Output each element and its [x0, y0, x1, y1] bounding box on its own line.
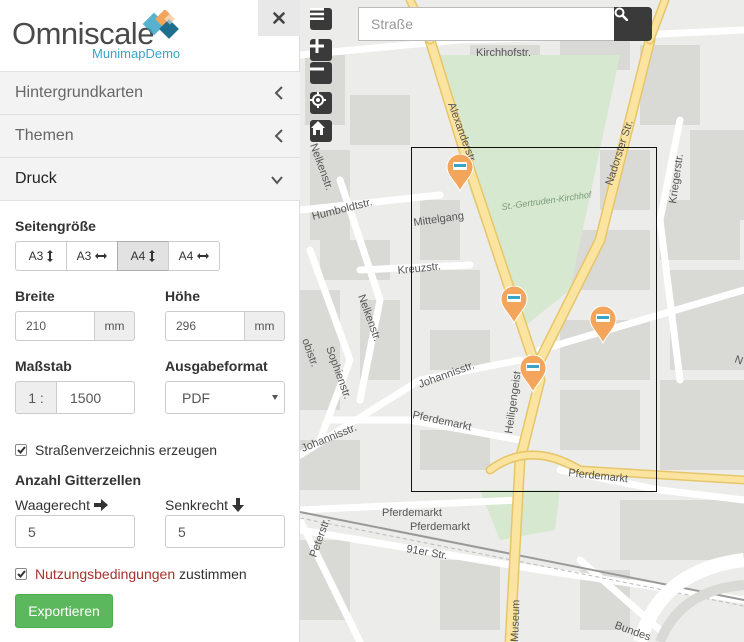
street-91er: 91er Str.: [405, 543, 448, 562]
chevron-left-icon: [274, 86, 283, 100]
accordion-themes[interactable]: Themen: [0, 114, 300, 157]
street-pferdemarkt-c: Pferdemarkt: [382, 507, 442, 519]
page-size-label: Seitengröße: [15, 218, 96, 234]
arrows-horizontal-icon: [95, 253, 108, 259]
crosshair-icon: [310, 92, 326, 108]
scale-input[interactable]: 1500: [56, 381, 135, 414]
app-logo: Omniscale MunimapDemo: [12, 10, 187, 62]
sidebar-panel: Omniscale MunimapDemo Hintergrundkarten …: [0, 0, 300, 642]
vertical-label: Senkrecht: [165, 497, 245, 513]
terms-checkbox[interactable]: [15, 568, 27, 580]
height-unit: mm: [244, 311, 285, 341]
street-index-label: Straßenverzeichnis erzeugen: [35, 442, 218, 458]
logo-subtitle: MunimapDemo: [92, 46, 181, 61]
arrows-horizontal-icon: [197, 253, 210, 259]
arrow-right-icon: [93, 499, 108, 511]
street-pferdemarkt-d: Pferdemarkt: [410, 521, 470, 533]
chevron-left-icon: [274, 129, 283, 143]
omniscale-logo-icon: [142, 10, 179, 39]
street-kirchhofstr: Kirchhofstr.: [476, 47, 531, 59]
horizontal-label-text: Waagerecht: [15, 497, 90, 513]
width-label: Breite: [15, 288, 55, 304]
format-select[interactable]: PDF: [165, 381, 285, 414]
height-label: Höhe: [165, 288, 200, 304]
close-sidebar-button[interactable]: [258, 0, 300, 36]
locate-button[interactable]: [310, 92, 332, 114]
terms-link[interactable]: Nutzungsbedingungen: [35, 566, 175, 582]
page-size-a4-portrait[interactable]: A4: [117, 241, 169, 271]
home-button[interactable]: [310, 120, 332, 142]
arrow-down-icon: [232, 498, 245, 512]
close-icon: [273, 12, 285, 24]
scale-prefix: 1 :: [15, 381, 57, 414]
print-extent-frame[interactable]: [411, 147, 657, 492]
chevron-down-icon: [271, 176, 283, 185]
terms-suffix: zustimmen: [179, 566, 247, 582]
minus-icon: [310, 67, 324, 71]
accordion-themes-label: Themen: [15, 127, 74, 144]
zoom-out-button[interactable]: [310, 62, 332, 84]
format-select-value: PDF: [182, 389, 210, 406]
accordion-basemaps[interactable]: Hintergrundkarten: [0, 71, 300, 114]
accordion-print[interactable]: Druck: [0, 157, 300, 201]
horizontal-cells-input[interactable]: 5: [15, 515, 135, 548]
page-size-group: A3 A3 A4 A4: [15, 241, 220, 271]
page-size-a4-portrait-label: A4: [130, 249, 146, 263]
vertical-label-text: Senkrecht: [165, 497, 229, 513]
home-icon: [311, 121, 325, 135]
street-index-checkbox[interactable]: [15, 444, 27, 456]
terms-label: Nutzungsbedingungen zustimmen: [35, 566, 247, 582]
width-input[interactable]: 210: [15, 311, 95, 341]
check-icon: [16, 570, 26, 578]
menu-icon: [310, 8, 324, 20]
check-icon: [16, 446, 26, 454]
width-unit: mm: [94, 311, 135, 341]
page-size-a3-portrait[interactable]: A3: [15, 241, 67, 271]
horizontal-label: Waagerecht: [15, 497, 108, 513]
height-input[interactable]: 296: [165, 311, 245, 341]
search-icon: [614, 7, 628, 21]
page-size-a3-portrait-label: A3: [28, 249, 44, 263]
page-size-a3-landscape[interactable]: A3: [66, 241, 118, 271]
plus-icon: [310, 39, 324, 53]
caret-down-icon: [272, 395, 278, 400]
accordion-basemaps-label: Hintergrundkarten: [15, 84, 144, 101]
scale-label: Maßstab: [15, 358, 72, 374]
grid-label: Anzahl Gitterzellen: [15, 472, 142, 488]
accordion-print-label: Druck: [15, 170, 57, 187]
layer-menu-button[interactable]: [310, 8, 332, 30]
street-search-input[interactable]: Straße: [358, 7, 615, 41]
export-button[interactable]: Exportieren: [15, 594, 113, 628]
arrows-vertical-icon: [47, 250, 54, 262]
page-size-a4-landscape[interactable]: A4: [168, 241, 220, 271]
search-button[interactable]: [614, 7, 652, 41]
zoom-in-button[interactable]: [310, 39, 332, 61]
page-size-a4-landscape-label: A4: [178, 249, 194, 263]
arrows-vertical-icon: [149, 250, 156, 262]
vertical-cells-input[interactable]: 5: [165, 515, 285, 548]
street-museum: Museum: [509, 600, 522, 642]
page-size-a3-landscape-label: A3: [76, 249, 92, 263]
format-label: Ausgabeformat: [165, 358, 268, 374]
